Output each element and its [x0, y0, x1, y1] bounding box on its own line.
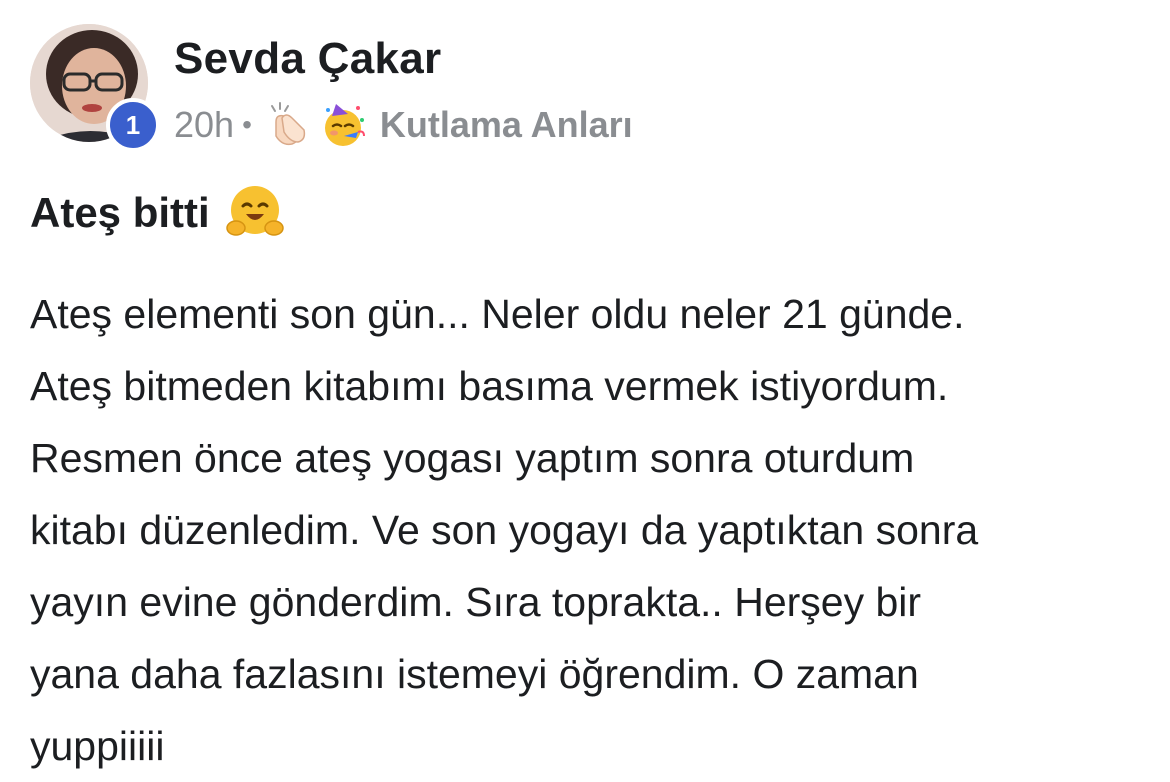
- meta-separator: •: [242, 109, 252, 140]
- post-title: Ateş bitti: [30, 182, 286, 244]
- partying-face-icon: [324, 104, 365, 146]
- hugging-face-icon: [225, 186, 284, 236]
- post-card: 1 Sevda Çakar 20h • Kutlama Anları Ateş …: [0, 0, 1170, 773]
- post-line: yana daha fazlasını istemeyi öğrendim. O…: [30, 651, 919, 697]
- group-name-link[interactable]: Kutlama Anları: [380, 104, 633, 146]
- clapping-hands-icon: [270, 102, 306, 146]
- post-line: kitabı düzenledim. Ve son yogayı da yapt…: [30, 507, 979, 553]
- author-name[interactable]: Sevda Çakar: [174, 34, 441, 84]
- post-line: yuppiiiii: [30, 723, 165, 769]
- post-line: Ateş bitmeden kitabımı basıma vermek ist…: [30, 363, 949, 409]
- post-title-text: Ateş bitti: [30, 189, 210, 236]
- notification-badge: 1: [106, 98, 160, 152]
- post-meta: 20h • Kutlama Anları: [174, 100, 633, 150]
- post-body: Ateş elementi son gün... Neler oldu nele…: [30, 278, 1150, 782]
- post-timestamp[interactable]: 20h: [174, 104, 234, 146]
- post-line: Ateş elementi son gün... Neler oldu nele…: [30, 291, 965, 337]
- post-line: yayın evine gönderdim. Sıra toprakta.. H…: [30, 579, 922, 625]
- avatar-container[interactable]: 1: [30, 24, 160, 152]
- post-line: Resmen önce ateş yogası yaptım sonra otu…: [30, 435, 915, 481]
